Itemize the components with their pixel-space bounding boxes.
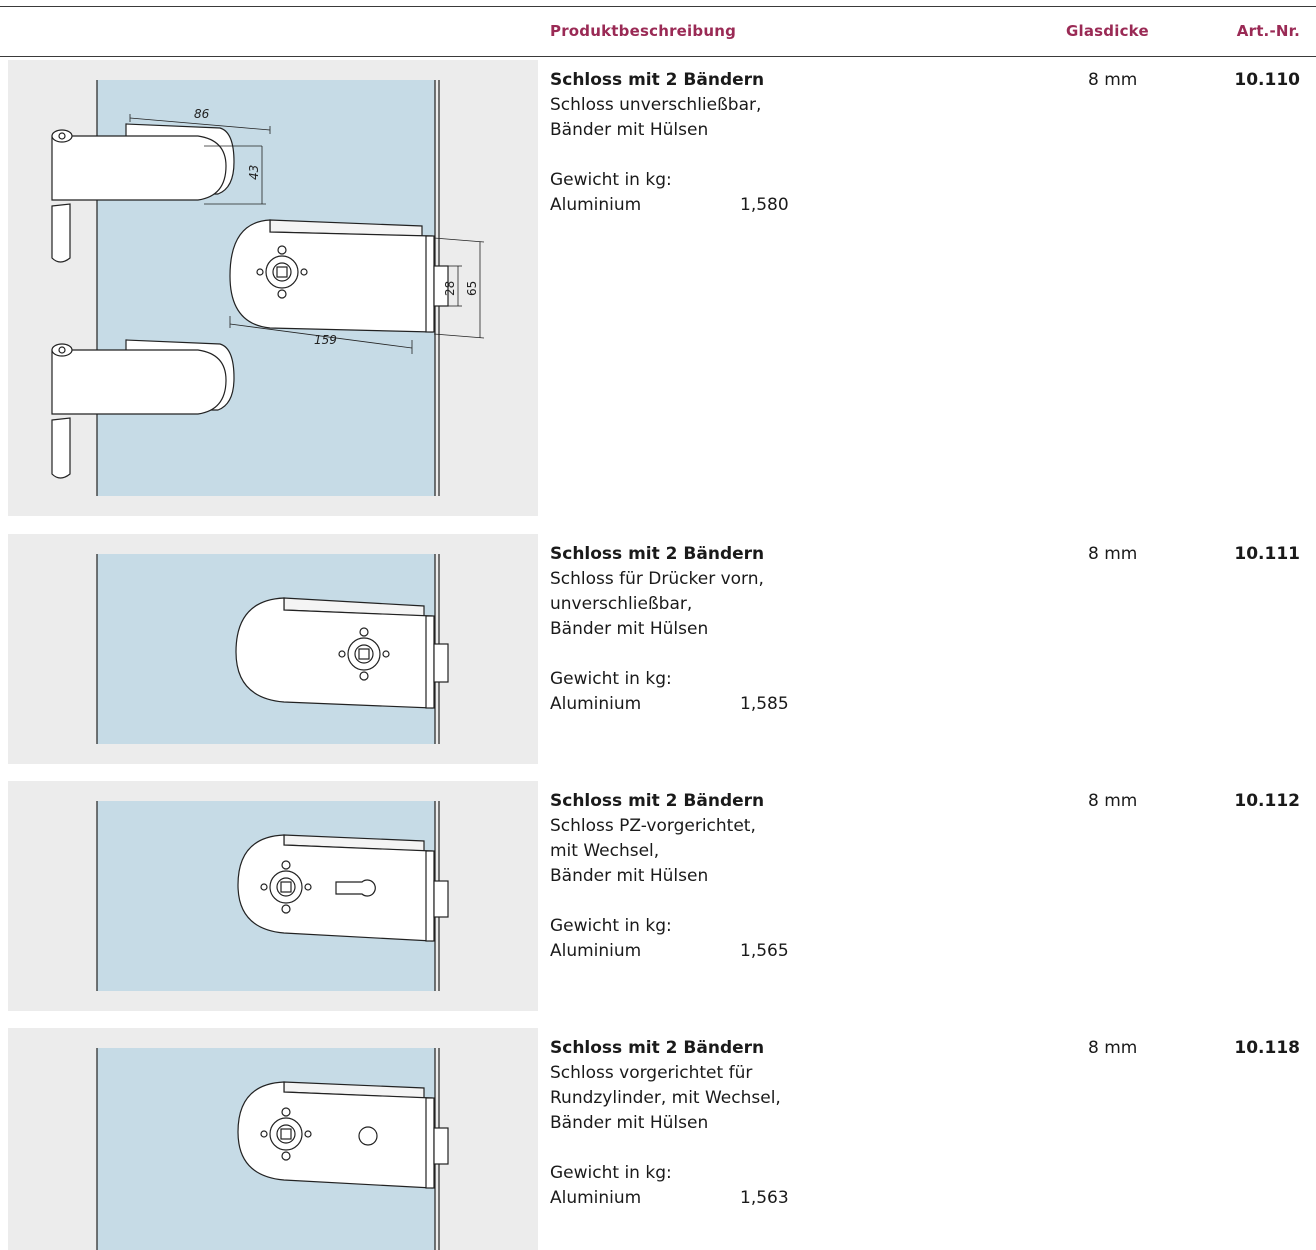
- weight-row: Aluminium 1,563: [550, 1186, 789, 1211]
- article-number: 10.111: [1234, 544, 1300, 564]
- product-image-3: [8, 781, 538, 1011]
- weight-label: Gewicht in kg:: [550, 669, 672, 689]
- product-line: Bänder mit Hülsen: [550, 866, 709, 886]
- glass-thickness: 8 mm: [1088, 791, 1138, 811]
- product-description-2: Schloss mit 2 Bändern Schloss für Drücke…: [550, 542, 789, 717]
- product-title: Schloss mit 2 Bändern: [550, 544, 765, 564]
- product-description-4: Schloss mit 2 Bändern Schloss vorgericht…: [550, 1036, 789, 1211]
- material: Aluminium: [550, 195, 642, 215]
- product-row-10111: Schloss mit 2 Bändern Schloss für Drücke…: [0, 534, 1316, 770]
- weight-row: Aluminium 1,565: [550, 939, 789, 964]
- product-row-10112: Schloss mit 2 Bändern Schloss PZ-vorgeri…: [0, 781, 1316, 1017]
- header-description: Produktbeschreibung: [550, 22, 737, 40]
- lock-pz-drawing: [96, 801, 449, 991]
- weight-label: Gewicht in kg:: [550, 170, 672, 190]
- weight-value: 1,563: [740, 1188, 789, 1208]
- top-rule: [0, 6, 1316, 7]
- product-line: unverschließbar,: [550, 594, 693, 614]
- product-title: Schloss mit 2 Bändern: [550, 70, 765, 90]
- dimension-65: 65: [465, 281, 479, 296]
- dimension-28: 28: [443, 281, 457, 296]
- product-line: Schloss PZ-vorgerichtet,: [550, 816, 756, 836]
- product-line: Bänder mit Hülsen: [550, 619, 709, 639]
- weight-row: Aluminium 1,585: [550, 692, 789, 717]
- header-glass-thickness: Glasdicke: [1066, 22, 1149, 40]
- weight-label: Gewicht in kg:: [550, 1163, 672, 1183]
- lock-with-hinges-drawing: 86 43 159 28 65: [51, 80, 485, 496]
- weight-value: 1,580: [740, 195, 789, 215]
- lock-body: [229, 219, 449, 333]
- glass-thickness: 8 mm: [1088, 544, 1138, 564]
- article-number: 10.118: [1234, 1038, 1300, 1058]
- product-description-3: Schloss mit 2 Bändern Schloss PZ-vorgeri…: [550, 789, 789, 964]
- article-number: 10.110: [1234, 70, 1300, 90]
- material: Aluminium: [550, 694, 642, 714]
- product-line: Schloss unverschließbar,: [550, 95, 762, 115]
- header-rule: [0, 56, 1316, 57]
- lock-round-cylinder-drawing: [96, 1048, 449, 1250]
- product-line: Bänder mit Hülsen: [550, 1113, 709, 1133]
- product-title: Schloss mit 2 Bändern: [550, 1038, 765, 1058]
- dimension-86: 86: [194, 107, 210, 121]
- product-line: Schloss für Drücker vorn,: [550, 569, 764, 589]
- dimension-43: 43: [247, 165, 261, 180]
- product-line: Bänder mit Hülsen: [550, 120, 709, 140]
- weight-value: 1,565: [740, 941, 789, 961]
- product-line: Rundzylinder, mit Wechsel,: [550, 1088, 781, 1108]
- material: Aluminium: [550, 941, 642, 961]
- article-number: 10.112: [1234, 791, 1300, 811]
- product-image-2: [8, 534, 538, 764]
- weight-row: Aluminium 1,580: [550, 193, 789, 218]
- product-line: mit Wechsel,: [550, 841, 660, 861]
- material: Aluminium: [550, 1188, 642, 1208]
- product-image-4: [8, 1028, 538, 1250]
- product-image-1: 86 43 159 28 65: [8, 60, 538, 516]
- product-line: Schloss vorgerichtet für: [550, 1063, 753, 1083]
- lock-front-lever-drawing: [96, 554, 449, 744]
- product-row-10118: Schloss mit 2 Bändern Schloss vorgericht…: [0, 1028, 1316, 1250]
- weight-value: 1,585: [740, 694, 789, 714]
- glass-thickness: 8 mm: [1088, 1038, 1138, 1058]
- header-article-number: Art.-Nr.: [1236, 22, 1300, 40]
- glass-thickness: 8 mm: [1088, 70, 1138, 90]
- dimension-159: 159: [314, 333, 337, 347]
- product-title: Schloss mit 2 Bändern: [550, 791, 765, 811]
- product-description-1: Schloss mit 2 Bändern Schloss unverschli…: [550, 68, 789, 218]
- product-row-10110: 86 43 159 28 65 Schloss mit 2 Bändern Sc…: [0, 60, 1316, 520]
- weight-label: Gewicht in kg:: [550, 916, 672, 936]
